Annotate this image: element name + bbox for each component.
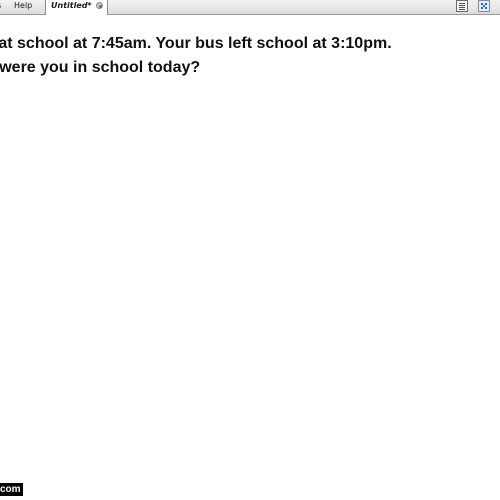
dot <box>481 7 483 9</box>
notes-line <box>459 7 465 8</box>
close-icon[interactable] <box>96 2 103 9</box>
watermark: com <box>0 483 23 496</box>
question-line-2: g were you in school today? <box>0 59 201 76</box>
dots-icon[interactable] <box>478 0 490 12</box>
tab-label: Untitled* <box>51 1 92 10</box>
dot <box>485 3 487 5</box>
notes-icon[interactable] <box>456 0 468 12</box>
app-window: s Help Untitled* e at school at 7:45am. … <box>0 0 500 500</box>
menu-bar: s Help Untitled* <box>0 0 500 15</box>
dot <box>485 7 487 9</box>
question-line-1: e at school at 7:45am. Your bus left sch… <box>0 35 392 52</box>
menu-item-partial[interactable]: s <box>0 0 1 14</box>
notes-line <box>459 5 465 6</box>
question-text: e at school at 7:45am. Your bus left sch… <box>0 32 392 80</box>
notes-line <box>459 3 465 4</box>
tab-untitled[interactable]: Untitled* <box>45 0 108 15</box>
menu-item-help[interactable]: Help <box>14 0 32 14</box>
notes-line <box>459 9 465 10</box>
